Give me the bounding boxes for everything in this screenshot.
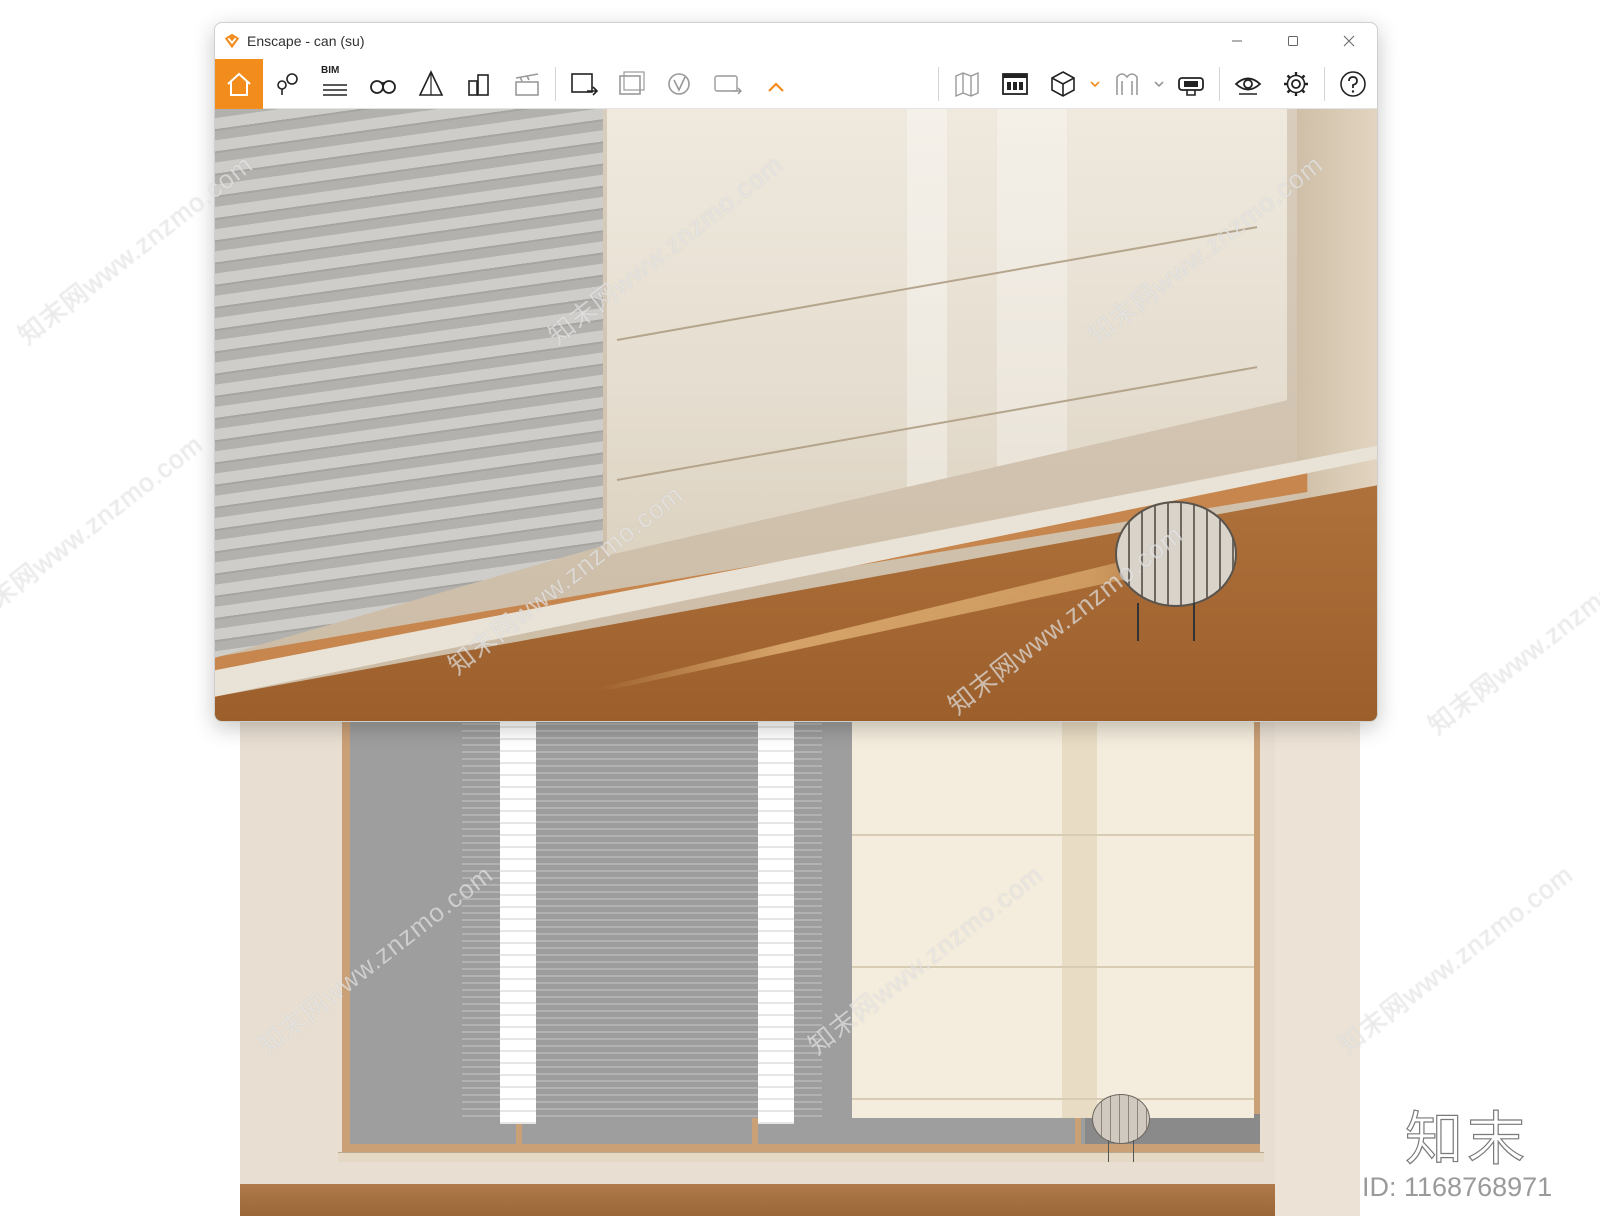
video-editor-button[interactable] <box>503 59 551 109</box>
minimize-icon <box>1232 40 1242 42</box>
cube-button[interactable] <box>1039 59 1087 109</box>
material-editor-button[interactable] <box>1103 59 1151 109</box>
buildings-button[interactable] <box>455 59 503 109</box>
buildings-icon <box>468 73 489 96</box>
watermark-text: 知末网www.znzmo.com <box>1422 538 1600 741</box>
eye-icon <box>1234 77 1262 95</box>
vr-headset-icon <box>1178 76 1204 96</box>
gear-icon <box>1284 71 1308 96</box>
main-toolbar: BIM <box>215 58 1377 109</box>
brand-logo: 知末 <box>1404 1104 1530 1173</box>
panorama-360-icon <box>714 74 742 94</box>
web-standalone-button[interactable] <box>656 59 704 109</box>
elevation-lamp-legs <box>1108 1140 1134 1162</box>
home-icon <box>227 72 251 96</box>
render-export-button[interactable] <box>560 59 608 109</box>
window-title: Enscape - can (su) <box>247 33 365 49</box>
render-export-icon <box>571 72 599 96</box>
batch-render-button[interactable] <box>608 59 656 109</box>
render-lamp-legs <box>1137 603 1195 641</box>
bim-label: BIM <box>321 64 340 76</box>
clapperboard-icon <box>515 72 539 96</box>
render-paper-lantern-lamp <box>1115 501 1237 607</box>
chevron-down-icon <box>1154 80 1164 87</box>
material-dropdown[interactable] <box>1151 79 1167 89</box>
enscape-window: Enscape - can (su) BIM <box>214 22 1378 722</box>
web-standalone-icon <box>668 72 690 95</box>
asset-library-button[interactable] <box>991 59 1039 109</box>
close-icon <box>1343 35 1355 47</box>
chevron-down-icon <box>1090 80 1100 87</box>
binoculars-button[interactable] <box>359 59 407 109</box>
maximize-button[interactable] <box>1265 23 1321 59</box>
elevation-white-blind-strip <box>500 704 536 1124</box>
elevation-roman-shade <box>852 704 1254 1118</box>
cube-dropdown[interactable] <box>1087 79 1103 89</box>
toolbar-separator <box>1219 66 1220 101</box>
perspective-button[interactable] <box>407 59 455 109</box>
toolbar-separator <box>1324 66 1325 101</box>
asset-library-icon <box>1002 72 1028 95</box>
render-viewport[interactable] <box>215 109 1377 721</box>
settings-button[interactable] <box>1272 59 1320 109</box>
toolbar-separator <box>555 66 556 101</box>
visual-settings-button[interactable] <box>1224 59 1272 109</box>
minimize-button[interactable] <box>1209 23 1265 59</box>
image-id-label: ID: 1168768971 <box>1362 1172 1553 1202</box>
batch-render-icon <box>619 70 645 95</box>
elevation-floor <box>240 1184 1275 1216</box>
elevation-white-blind-strip <box>758 704 794 1124</box>
views-button[interactable] <box>263 59 311 109</box>
collapse-chevron-icon <box>768 81 784 92</box>
map-icon <box>955 71 979 97</box>
location-pins-icon <box>277 72 298 95</box>
collapse-toolbar-button[interactable] <box>752 59 800 109</box>
maximize-icon <box>1288 36 1298 46</box>
enscape-logo-icon <box>224 33 240 49</box>
watermark-text: 知末网www.znzmo.com <box>0 428 209 631</box>
panorama-360-button[interactable] <box>704 59 752 109</box>
help-button[interactable] <box>1329 59 1377 109</box>
title-bar[interactable]: Enscape - can (su) <box>215 23 1377 59</box>
sketchup-elevation-view <box>240 704 1360 1216</box>
binoculars-icon <box>370 79 396 94</box>
perspective-icon <box>418 69 444 96</box>
cube-icon <box>1051 70 1075 97</box>
elevation-side-wall <box>1275 704 1360 1216</box>
vr-headset-button[interactable] <box>1167 59 1215 109</box>
home-button[interactable] <box>215 58 263 109</box>
bim-button[interactable]: BIM <box>311 59 359 109</box>
close-button[interactable] <box>1321 23 1377 59</box>
watermark-text: 知末网www.znzmo.com <box>1332 858 1579 1061</box>
elevation-floor-lamp <box>1092 1094 1150 1144</box>
toolbar-separator <box>938 66 939 101</box>
help-icon <box>1340 70 1366 97</box>
material-editor-icon <box>1116 72 1138 95</box>
map-button[interactable] <box>943 59 991 109</box>
